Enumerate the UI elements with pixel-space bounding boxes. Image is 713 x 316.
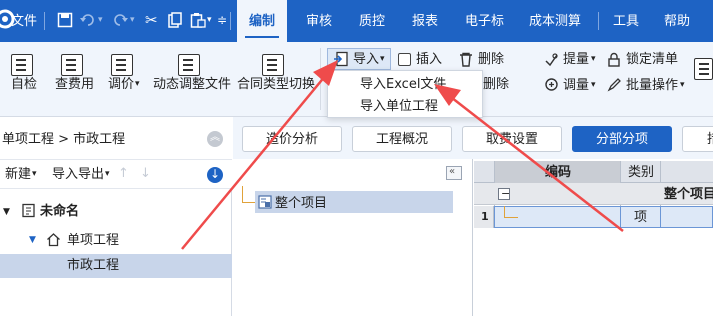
annotation-arrow-to-import — [181, 74, 327, 250]
app-window: 文件 ▾ ▾ ✂ ▾ ≑ 编制 审核 质控 报表 电子标 成本测算 工具 帮助 … — [0, 0, 713, 316]
annotation-arrowhead — [313, 60, 338, 86]
annotation-overlay — [181, 60, 624, 250]
annotation-arrow-to-excel-import — [446, 93, 624, 232]
